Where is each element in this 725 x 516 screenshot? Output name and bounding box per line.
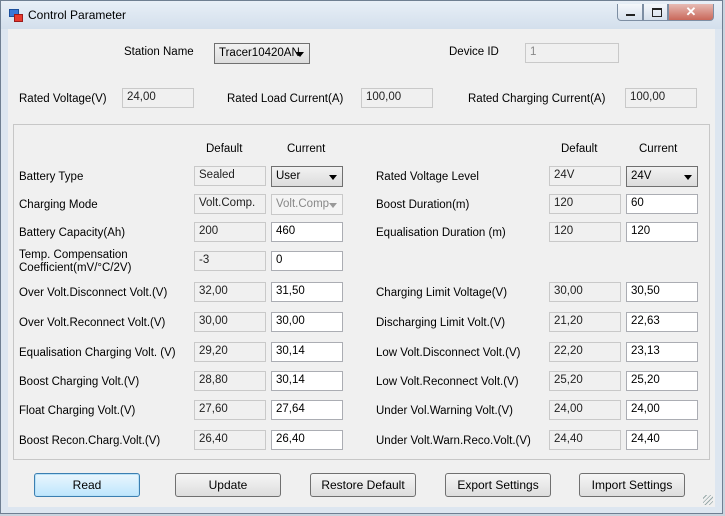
- over-volt-reconnect-label: Over Volt.Reconnect Volt.(V): [19, 317, 166, 329]
- charging-limit-voltage-default: 30,00: [549, 282, 621, 302]
- equalisation-duration-label: Equalisation Duration (m): [376, 227, 506, 239]
- equalisation-duration-default: 120: [549, 222, 621, 242]
- rated-voltage-level-default: 24V: [549, 166, 621, 186]
- battery-capacity-default: 200: [194, 222, 266, 242]
- battery-capacity-label: Battery Capacity(Ah): [19, 227, 126, 239]
- station-name-label: Station Name: [124, 46, 194, 58]
- over-volt-reconnect-default: 30,00: [194, 312, 266, 332]
- maximize-button[interactable]: [643, 4, 668, 21]
- boost-charging-volt-input[interactable]: 30,14: [271, 371, 343, 391]
- restore-default-button[interactable]: Restore Default: [310, 473, 416, 497]
- temp-compensation-label: Temp. Compensation Coefficient(mV/°C/2V): [19, 249, 131, 275]
- update-button[interactable]: Update: [175, 473, 281, 497]
- battery-type-current: User: [276, 170, 301, 182]
- equalisation-duration-input[interactable]: 120: [626, 222, 698, 242]
- right-current-header: Current: [639, 143, 678, 155]
- low-volt-disconnect-label: Low Volt.Disconnect Volt.(V): [376, 347, 521, 359]
- low-volt-reconnect-default: 25,20: [549, 371, 621, 391]
- under-volt-warn-reco-label: Under Volt.Warn.Reco.Volt.(V): [376, 435, 531, 447]
- station-name-select[interactable]: Tracer10420AN: [214, 43, 310, 64]
- boost-duration-input[interactable]: 60: [626, 194, 698, 214]
- chevron-down-icon: [329, 175, 337, 180]
- rated-charging-current-label: Rated Charging Current(A): [468, 93, 606, 105]
- over-volt-disconnect-default: 32,00: [194, 282, 266, 302]
- boost-charging-volt-default: 28,80: [194, 371, 266, 391]
- discharging-limit-volt-label: Discharging Limit Volt.(V): [376, 317, 506, 329]
- rated-load-current-label: Rated Load Current(A): [227, 93, 344, 105]
- under-vol-warning-input[interactable]: 24,00: [626, 400, 698, 420]
- device-id-field: 1: [525, 43, 619, 63]
- rated-voltage-level-label: Rated Voltage Level: [376, 171, 479, 183]
- station-name-value: Tracer10420AN: [219, 47, 300, 59]
- temp-compensation-label-line1: Temp. Compensation: [19, 249, 128, 261]
- boost-duration-label: Boost Duration(m): [376, 199, 470, 211]
- over-volt-reconnect-input[interactable]: 30,00: [271, 312, 343, 332]
- battery-capacity-input[interactable]: 460: [271, 222, 343, 242]
- device-id-label: Device ID: [449, 46, 499, 58]
- boost-recon-charg-volt-label: Boost Recon.Charg.Volt.(V): [19, 435, 161, 447]
- left-current-header: Current: [287, 143, 326, 155]
- temp-compensation-input[interactable]: 0: [271, 251, 343, 271]
- battery-type-label: Battery Type: [19, 171, 84, 183]
- minimize-button[interactable]: [617, 4, 643, 21]
- under-volt-warn-reco-input[interactable]: 24,40: [626, 430, 698, 450]
- chevron-down-icon: [329, 203, 337, 208]
- boost-recon-charg-volt-default: 26,40: [194, 430, 266, 450]
- read-button[interactable]: Read: [34, 473, 140, 497]
- over-volt-disconnect-input[interactable]: 31,50: [271, 282, 343, 302]
- left-default-header: Default: [206, 143, 243, 155]
- window-title: Control Parameter: [28, 8, 127, 22]
- equalisation-charging-volt-default: 29,20: [194, 342, 266, 362]
- boost-recon-charg-volt-input[interactable]: 26,40: [271, 430, 343, 450]
- temp-compensation-label-line2: Coefficient(mV/°C/2V): [19, 262, 132, 274]
- chevron-down-icon: [296, 52, 304, 57]
- charging-limit-voltage-input[interactable]: 30,50: [626, 282, 698, 302]
- charging-limit-voltage-label: Charging Limit Voltage(V): [376, 287, 508, 299]
- rated-load-current-field: 100,00: [361, 88, 433, 108]
- low-volt-disconnect-default: 22,20: [549, 342, 621, 362]
- charging-mode-label: Charging Mode: [19, 199, 98, 211]
- boost-charging-volt-label: Boost Charging Volt.(V): [19, 376, 140, 388]
- parameter-panel[interactable]: Default Current Default Current Battery …: [13, 124, 710, 460]
- discharging-limit-volt-input[interactable]: 22,63: [626, 312, 698, 332]
- float-charging-volt-input[interactable]: 27,64: [271, 400, 343, 420]
- right-default-header: Default: [561, 143, 598, 155]
- battery-type-default: Sealed: [194, 166, 266, 186]
- discharging-limit-volt-default: 21,20: [549, 312, 621, 332]
- rated-voltage-field: 24,00: [122, 88, 194, 108]
- under-vol-warning-label: Under Vol.Warning Volt.(V): [376, 405, 513, 417]
- import-settings-button[interactable]: Import Settings: [579, 473, 685, 497]
- minimize-icon: [626, 14, 635, 16]
- equalisation-charging-volt-input[interactable]: 30,14: [271, 342, 343, 362]
- close-icon: ✕: [685, 4, 697, 19]
- control-parameter-window: Control Parameter ✕ Station Name Tracer1…: [0, 0, 723, 514]
- float-charging-volt-label: Float Charging Volt.(V): [19, 405, 136, 417]
- over-volt-disconnect-label: Over Volt.Disconnect Volt.(V): [19, 287, 168, 299]
- battery-type-select[interactable]: User: [271, 166, 343, 187]
- maximize-icon: [652, 8, 662, 17]
- rated-voltage-level-current: 24V: [631, 170, 652, 182]
- float-charging-volt-default: 27,60: [194, 400, 266, 420]
- charging-mode-select: Volt.Comp: [271, 194, 343, 215]
- charging-mode-default: Volt.Comp.: [194, 194, 266, 214]
- chevron-down-icon: [684, 175, 692, 180]
- boost-duration-default: 120: [549, 194, 621, 214]
- charging-mode-current: Volt.Comp: [276, 198, 330, 210]
- low-volt-reconnect-label: Low Volt.Reconnect Volt.(V): [376, 376, 519, 388]
- under-vol-warning-default: 24,00: [549, 400, 621, 420]
- equalisation-charging-volt-label: Equalisation Charging Volt. (V): [19, 347, 176, 359]
- export-settings-button[interactable]: Export Settings: [445, 473, 551, 497]
- rated-voltage-label: Rated Voltage(V): [19, 93, 107, 105]
- under-volt-warn-reco-default: 24,40: [549, 430, 621, 450]
- title-bar[interactable]: Control Parameter ✕: [1, 1, 722, 29]
- low-volt-disconnect-input[interactable]: 23,13: [626, 342, 698, 362]
- low-volt-reconnect-input[interactable]: 25,20: [626, 371, 698, 391]
- resize-grip[interactable]: [703, 495, 713, 505]
- app-icon: [9, 9, 23, 22]
- temp-compensation-default: -3: [194, 251, 266, 271]
- rated-charging-current-field: 100,00: [625, 88, 697, 108]
- rated-voltage-level-select[interactable]: 24V: [626, 166, 698, 187]
- client-area: Station Name Tracer10420AN Device ID 1 R…: [8, 29, 715, 507]
- close-button[interactable]: ✕: [668, 4, 714, 21]
